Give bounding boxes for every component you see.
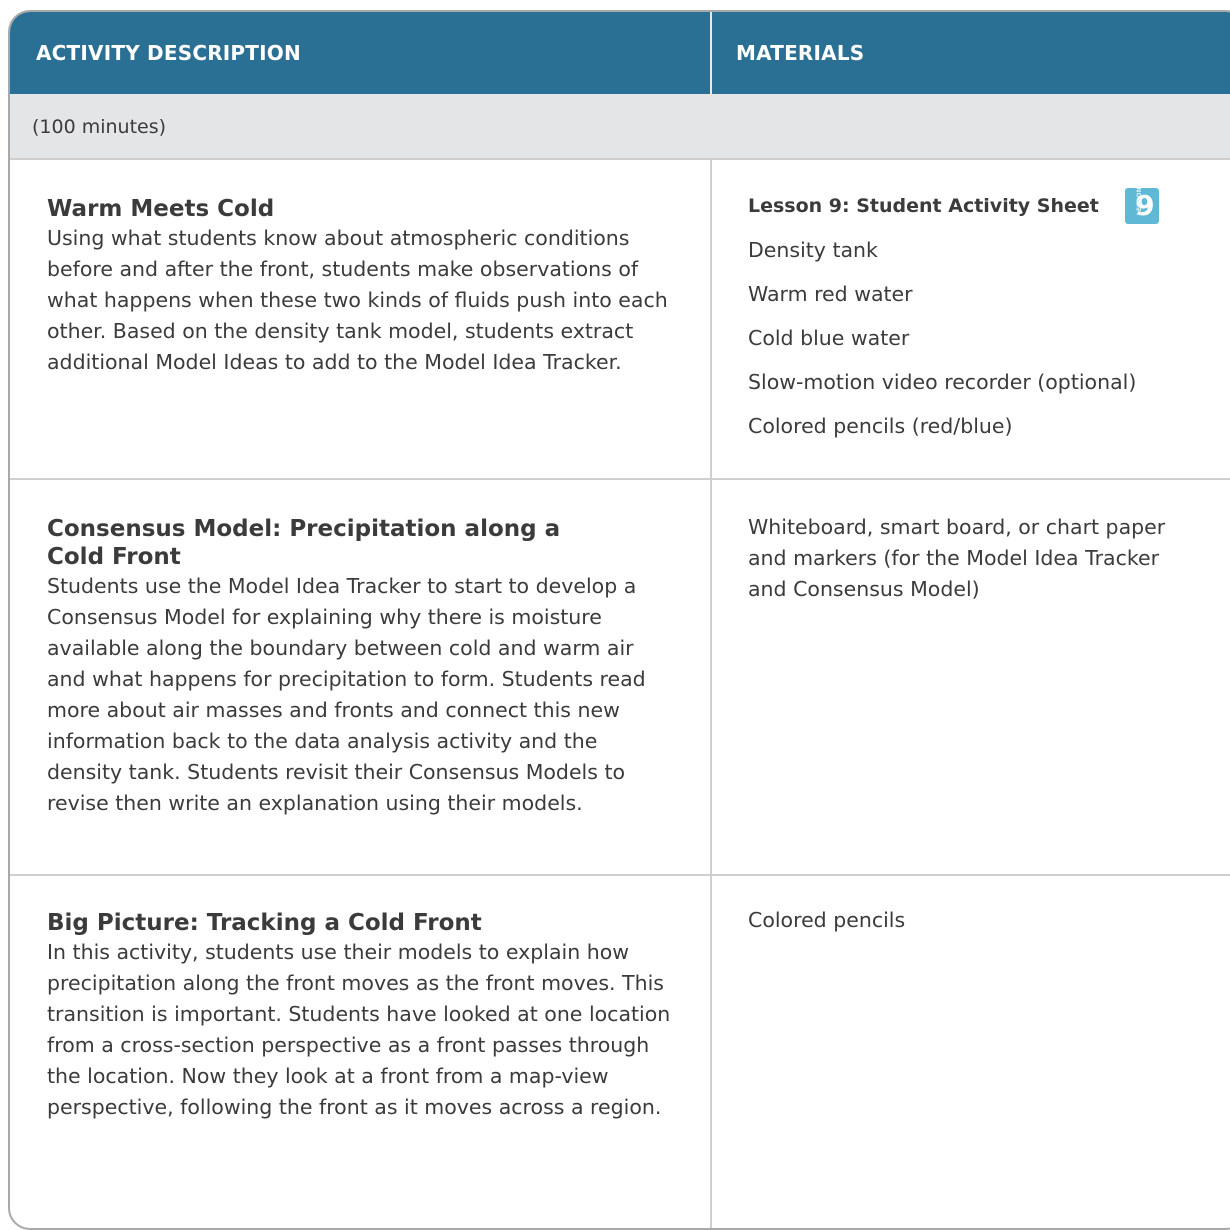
lesson-9-badge-icon: LESSON 9	[1124, 186, 1159, 224]
badge-word: LESSON	[1135, 186, 1143, 216]
materials-warm-meets-cold: Lesson 9: Student Activity Sheet LESSON …	[748, 184, 1198, 448]
activity-description: Using what students know about atmospher…	[47, 226, 668, 374]
material-item: Whiteboard, smart board, or chart paper …	[748, 515, 1166, 601]
duration-row: (100 minutes)	[10, 94, 1230, 160]
header-activity-description: ACTIVITY DESCRIPTION	[36, 41, 301, 65]
materials-big-picture: Colored pencils	[748, 905, 1198, 936]
material-item: Density tank	[748, 238, 878, 262]
activity-title: Big Picture: Tracking a Cold Front	[47, 910, 482, 936]
activity-warm-meets-cold: Warm Meets Cold Using what students know…	[47, 195, 677, 378]
activity-description: Students use the Model Idea Tracker to s…	[47, 574, 646, 815]
activity-description: In this activity, students use their mod…	[47, 940, 671, 1119]
activity-consensus-model: Consensus Model: Precipitation along a C…	[47, 515, 677, 819]
column-divider	[710, 160, 712, 1228]
table-header: ACTIVITY DESCRIPTION MATERIALS	[10, 12, 1230, 94]
duration-text: (100 minutes)	[32, 116, 167, 138]
activity-table: ACTIVITY DESCRIPTION MATERIALS (100 minu…	[8, 10, 1230, 1230]
material-item: Colored pencils	[748, 908, 906, 932]
materials-consensus-model: Whiteboard, smart board, or chart paper …	[748, 512, 1198, 605]
material-activity-sheet-label: Lesson 9: Student Activity Sheet	[748, 195, 1099, 217]
activity-title: Warm Meets Cold	[47, 196, 275, 222]
activity-big-picture: Big Picture: Tracking a Cold Front In th…	[47, 909, 677, 1123]
row-divider	[10, 874, 1230, 876]
material-item: Cold blue water	[748, 326, 910, 350]
header-materials: MATERIALS	[736, 41, 865, 65]
material-item: Colored pencils (red/blue)	[748, 414, 1013, 438]
material-item: Slow-motion video recorder (optional)	[748, 370, 1137, 394]
material-item: Warm red water	[748, 282, 913, 306]
activity-title: Consensus Model: Precipitation along a C…	[47, 516, 561, 570]
material-activity-sheet: Lesson 9: Student Activity Sheet LESSON …	[748, 184, 1198, 228]
row-divider	[10, 478, 1230, 480]
header-divider	[710, 12, 712, 94]
